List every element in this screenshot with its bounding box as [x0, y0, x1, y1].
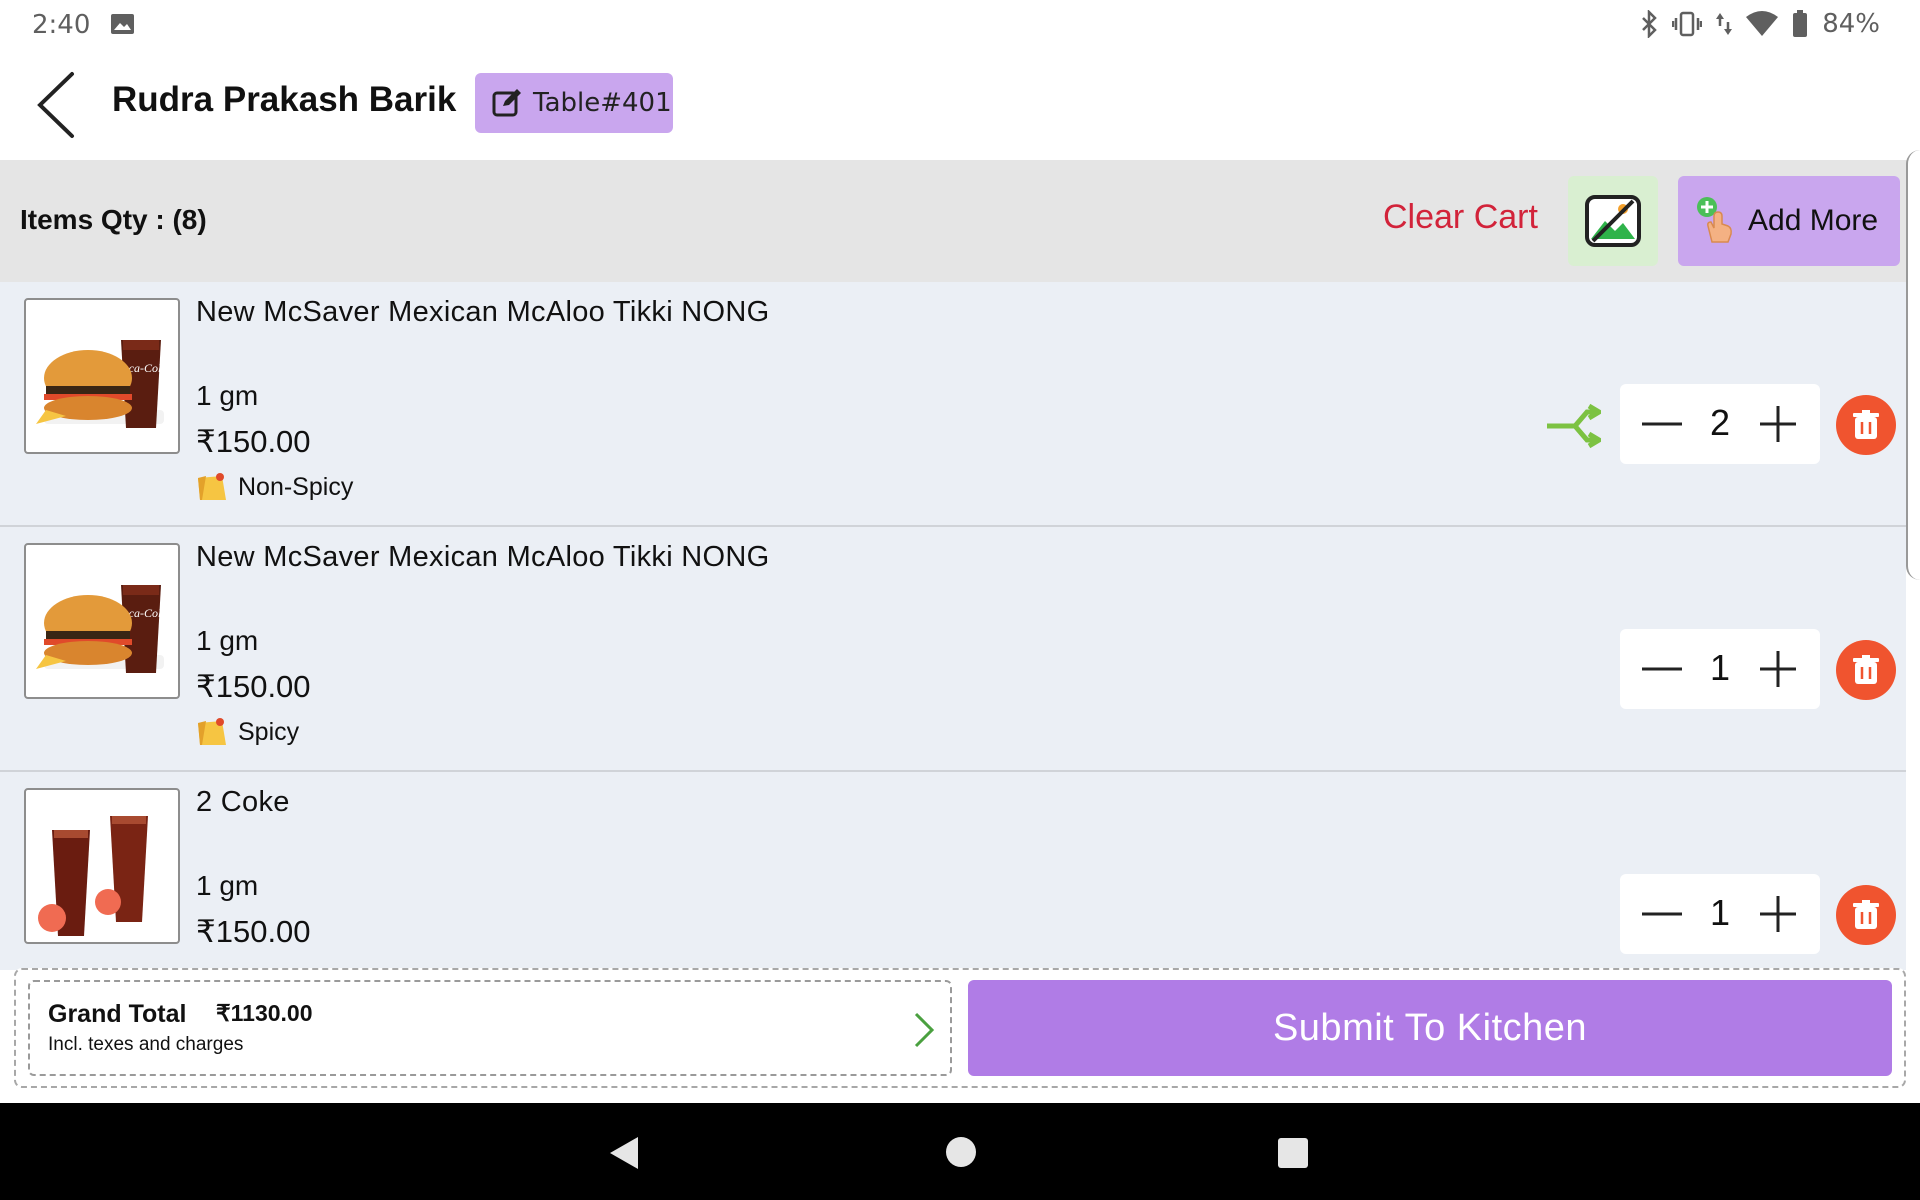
battery-icon: [1793, 10, 1808, 37]
vibrate-icon: [1672, 11, 1703, 37]
edit-icon: [492, 89, 521, 117]
item-weight: 1 gm: [196, 380, 259, 411]
item-price: ₹150.00: [196, 914, 311, 949]
chevron-right-icon: [914, 1012, 935, 1048]
item-name: New McSaver Mexican McAloo Tikki NONG: [196, 541, 770, 573]
add-tap-icon: [1697, 197, 1732, 243]
item-note-label: Non-Spicy: [238, 472, 354, 501]
grand-total-label: Grand Total: [48, 1000, 187, 1028]
delete-button[interactable]: [1836, 885, 1896, 945]
quantity-value: 1: [1709, 647, 1731, 688]
delete-button[interactable]: [1836, 395, 1896, 455]
status-right: 84%: [1640, 9, 1880, 39]
trash-icon: [1853, 900, 1879, 929]
add-more-label: Add More: [1748, 204, 1879, 237]
coke-cups-image: [24, 788, 180, 944]
item-price: ₹150.00: [196, 669, 311, 704]
image-toggle-button[interactable]: [1568, 176, 1658, 266]
item-name: New McSaver Mexican McAloo Tikki NONG: [196, 296, 770, 328]
quantity-stepper: 2: [1620, 384, 1820, 464]
quantity-stepper: 1: [1620, 629, 1820, 709]
plus-icon[interactable]: [1748, 639, 1808, 699]
delete-button[interactable]: [1836, 640, 1896, 700]
note-icon: [198, 718, 226, 745]
plus-icon[interactable]: [1748, 884, 1808, 944]
system-nav-bar: [0, 1103, 1920, 1200]
item-weight: 1 gm: [196, 625, 259, 656]
cart-item-list: Coca-Cola New McSaver Mexican McAloo Tik…: [0, 282, 1906, 970]
burger-coke-image: Coca-Cola: [24, 298, 180, 454]
cart-item: Coca-Cola New McSaver Mexican McAloo Tik…: [0, 282, 1906, 527]
customer-name: Rudra Prakash Barik: [112, 80, 457, 119]
header: Rudra Prakash Barik Table#401: [0, 50, 1920, 160]
item-name: 2 Coke: [196, 786, 290, 818]
battery-percent: 84%: [1822, 9, 1880, 39]
item-price: ₹150.00: [196, 424, 311, 459]
status-time: 2:40: [32, 10, 91, 40]
image-icon: [111, 14, 134, 34]
trash-icon: [1853, 655, 1879, 684]
cart-summary-bar: Items Qty : (8) Clear Cart Add More: [0, 160, 1920, 282]
scroll-edge: [1906, 150, 1920, 580]
grand-total-box[interactable]: Grand Total ₹1130.00 Incl. texes and cha…: [28, 980, 952, 1076]
clear-cart-button[interactable]: Clear Cart: [1383, 198, 1538, 237]
data-icon: [1716, 13, 1733, 35]
minus-icon[interactable]: [1632, 394, 1692, 454]
submit-label: Submit To Kitchen: [1272, 1006, 1588, 1049]
minus-icon[interactable]: [1632, 884, 1692, 944]
grand-total-amount: ₹1130.00: [216, 1000, 313, 1026]
table-label: Table#401: [533, 88, 672, 118]
table-badge-button[interactable]: Table#401: [475, 73, 673, 133]
add-more-button[interactable]: Add More: [1678, 176, 1900, 266]
quantity-value: 2: [1709, 402, 1731, 443]
trash-icon: [1853, 410, 1879, 439]
wifi-icon: [1746, 11, 1779, 36]
merge-arrow-icon[interactable]: [1545, 402, 1601, 450]
cart-item: 2 Coke 1 gm ₹150.00 1: [0, 772, 1906, 970]
nav-back-icon[interactable]: [606, 1133, 642, 1173]
items-qty-label: Items Qty : (8): [20, 204, 207, 235]
hide-image-icon: [1585, 195, 1641, 247]
bluetooth-icon: [1642, 10, 1657, 38]
quantity-value: 1: [1709, 892, 1731, 933]
grand-total-subtext: Incl. texes and charges: [48, 1034, 244, 1055]
item-weight: 1 gm: [196, 870, 259, 901]
burger-coke-image: Coca-Cola: [24, 543, 180, 699]
status-bar: 2:40 84%: [0, 0, 1920, 50]
item-note: Non-Spicy: [196, 472, 353, 502]
back-arrow-icon[interactable]: [32, 68, 82, 142]
quantity-stepper: 1: [1620, 874, 1820, 954]
submit-to-kitchen-button[interactable]: Submit To Kitchen: [968, 980, 1892, 1076]
checkout-footer: Grand Total ₹1130.00 Incl. texes and cha…: [14, 968, 1906, 1088]
cart-item: Coca-Cola New McSaver Mexican McAloo Tik…: [0, 527, 1906, 772]
item-note: Spicy: [196, 717, 299, 747]
plus-icon[interactable]: [1748, 394, 1808, 454]
nav-recent-apps-icon[interactable]: [1278, 1138, 1308, 1168]
item-note-label: Spicy: [238, 717, 300, 746]
minus-icon[interactable]: [1632, 639, 1692, 699]
nav-home-icon[interactable]: [946, 1137, 976, 1167]
note-icon: [198, 473, 226, 500]
